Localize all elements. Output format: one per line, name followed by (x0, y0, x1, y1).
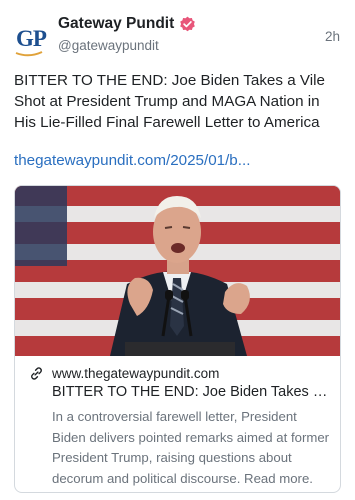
post-timestamp[interactable]: 2h (325, 29, 340, 44)
post-link[interactable]: thegatewaypundit.com/2025/01/b... (14, 152, 250, 169)
post-text: BITTER TO THE END: Joe Biden Takes a Vil… (14, 72, 325, 131)
link-icon (31, 367, 42, 380)
card-domain: www.thegatewaypundit.com (52, 366, 220, 381)
card-title[interactable]: BITTER TO THE END: Joe Biden Takes a Vil… (52, 384, 334, 400)
card-description: In a controversial farewell letter, Pres… (52, 409, 330, 486)
card-domain-row: www.thegatewaypundit.com (29, 366, 219, 381)
link-preview-card[interactable]: www.thegatewaypundit.com BITTER TO THE E… (14, 185, 341, 493)
author-handle[interactable]: @gatewaypundit (58, 38, 159, 53)
avatar-logo-text: GP (16, 26, 47, 51)
biden-podium-illustration (15, 186, 340, 356)
avatar-swoosh-icon (15, 51, 43, 57)
card-thumbnail-image[interactable] (15, 186, 340, 356)
author-name-row[interactable]: Gateway Pundit (58, 15, 196, 33)
post-container[interactable]: GP Gateway Pundit @gatewaypundit 2h BITT… (0, 0, 355, 500)
avatar[interactable]: GP (12, 20, 50, 58)
verified-badge-icon (180, 16, 196, 31)
author-display-name[interactable]: Gateway Pundit (58, 15, 174, 33)
